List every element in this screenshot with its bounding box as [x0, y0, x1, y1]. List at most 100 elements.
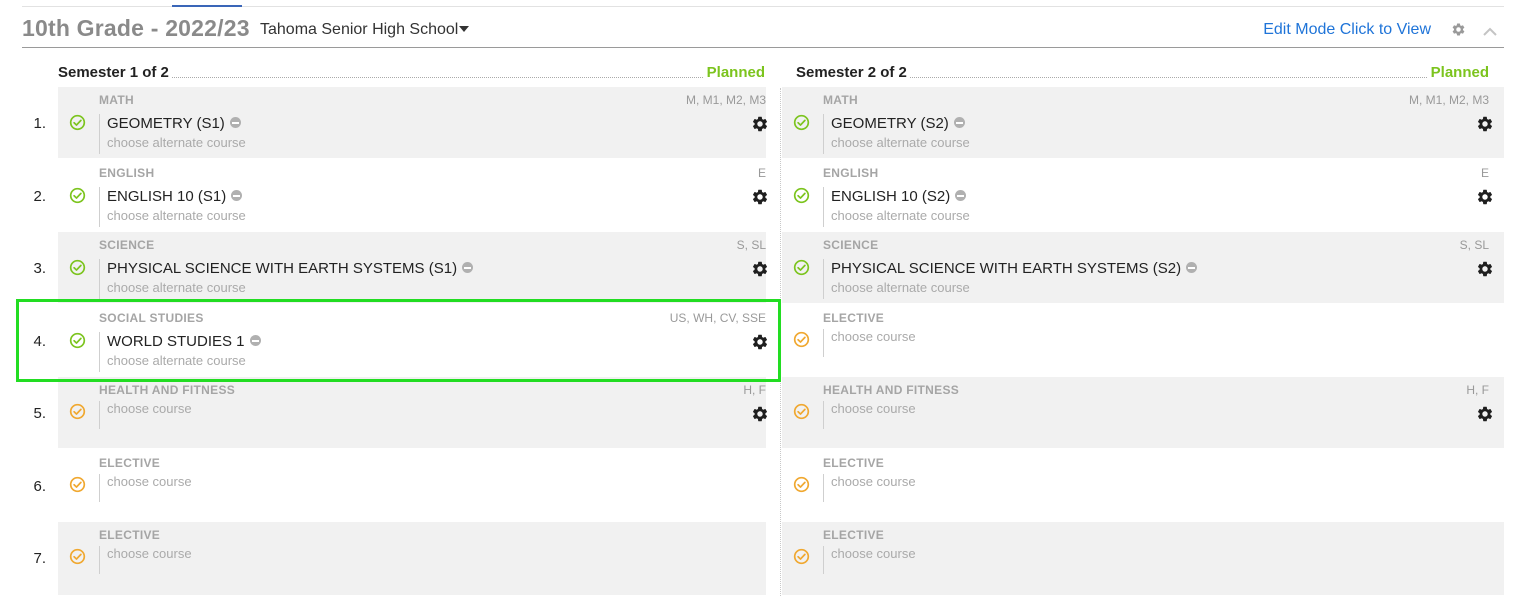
course-name[interactable]: WORLD STUDIES 1: [107, 333, 261, 350]
course-title: WORLD STUDIES 1: [107, 333, 245, 350]
course-name[interactable]: PHYSICAL SCIENCE WITH EARTH SYSTEMS (S2): [831, 260, 1198, 277]
choose-course-link[interactable]: choose course: [107, 474, 192, 489]
top-rule: [22, 6, 1504, 7]
row-number: 5.: [33, 405, 46, 422]
subject-label: ELECTIVE: [823, 528, 885, 542]
row-number: 7.: [33, 550, 46, 567]
course-name[interactable]: ENGLISH 10 (S2): [831, 188, 967, 205]
course-name[interactable]: PHYSICAL SCIENCE WITH EARTH SYSTEMS (S1): [107, 260, 474, 277]
choose-alternate-course-link[interactable]: choose alternate course: [107, 208, 246, 223]
course-name[interactable]: GEOMETRY (S2): [831, 115, 965, 132]
choose-alternate-course-link[interactable]: choose alternate course: [831, 135, 970, 150]
active-tab-indicator: [172, 5, 242, 7]
semester-divider: [780, 88, 781, 596]
gear-icon[interactable]: [751, 405, 769, 423]
gear-icon[interactable]: [751, 188, 769, 206]
pending-check-icon: [793, 403, 810, 420]
slot-divider: [823, 329, 824, 357]
choose-course-link[interactable]: choose course: [107, 401, 192, 416]
choose-course-link[interactable]: choose course: [831, 329, 916, 344]
course-slot[interactable]: MATH M, M1, M2, M3 GEOMETRY (S1) choose alt…: [58, 87, 766, 158]
check-circle-icon: [69, 259, 86, 276]
remove-course-icon[interactable]: [231, 190, 243, 201]
course-row: 1. MATH M, M1, M2, M3 GEOMETRY (S1) choose a…: [22, 87, 1504, 158]
course-title: PHYSICAL SCIENCE WITH EARTH SYSTEMS (S1): [107, 260, 458, 277]
course-slot[interactable]: HEALTH AND FITNESS H, F choose course: [58, 377, 766, 448]
edit-mode-link[interactable]: Edit Mode Click to View: [1263, 21, 1431, 39]
school-selector[interactable]: Tahoma Senior High School: [260, 21, 458, 39]
check-circle-icon: [69, 114, 86, 131]
gear-icon[interactable]: [1476, 188, 1494, 206]
slot-divider: [823, 114, 824, 154]
subject-label: SCIENCE: [823, 238, 879, 252]
course-slot[interactable]: SOCIAL STUDIES US, WH, CV, SSE WORLD STUDI…: [58, 305, 766, 376]
course-slot[interactable]: ELECTIVE choose course: [58, 522, 766, 595]
row-number: 2.: [33, 188, 46, 205]
course-slot[interactable]: MATH M, M1, M2, M3 GEOMETRY (S2) choose alt…: [782, 87, 1504, 158]
subject-label: HEALTH AND FITNESS: [823, 383, 960, 397]
choose-alternate-course-link[interactable]: choose alternate course: [107, 280, 246, 295]
course-row: 5. HEALTH AND FITNESS H, Fchoose course HEA…: [22, 377, 1504, 448]
subject-label: ELECTIVE: [823, 311, 885, 325]
course-slot[interactable]: ELECTIVE choose course: [782, 522, 1504, 595]
slot-divider: [823, 401, 824, 429]
subject-label: MATH: [823, 93, 858, 107]
gear-icon[interactable]: [1476, 115, 1494, 133]
choose-alternate-course-link[interactable]: choose alternate course: [107, 135, 246, 150]
chevron-up-icon[interactable]: [1482, 25, 1498, 37]
grade-header: 10th Grade - 2022/23 Tahoma Senior High …: [22, 10, 1504, 48]
gear-icon[interactable]: [1451, 22, 1466, 37]
slot-divider: [823, 259, 824, 299]
remove-course-icon[interactable]: [229, 117, 241, 128]
requirement-codes: E: [1480, 166, 1489, 180]
course-slot[interactable]: ELECTIVE choose course: [782, 305, 1504, 376]
slot-divider: [823, 187, 824, 227]
remove-course-icon[interactable]: [462, 262, 474, 273]
subject-label: MATH: [99, 93, 134, 107]
check-circle-icon: [793, 259, 810, 276]
course-slot[interactable]: ELECTIVE choose course: [58, 450, 766, 521]
gear-icon[interactable]: [1476, 260, 1494, 278]
choose-course-link[interactable]: choose course: [107, 546, 192, 561]
choose-course-link[interactable]: choose course: [831, 474, 916, 489]
choose-course-link[interactable]: choose course: [831, 546, 916, 561]
subject-label: SCIENCE: [99, 238, 155, 252]
remove-course-icon[interactable]: [953, 117, 965, 128]
course-title: ENGLISH 10 (S1): [107, 188, 227, 205]
course-row: 3. SCIENCE S, SL PHYSICAL SCIENCE WITH EART…: [22, 232, 1504, 303]
course-slot[interactable]: ENGLISH E ENGLISH 10 (S2) choose alternate …: [782, 160, 1504, 231]
semester-title: Semester 1 of 2: [58, 64, 172, 81]
remove-course-icon[interactable]: [955, 190, 967, 201]
course-name[interactable]: ENGLISH 10 (S1): [107, 188, 243, 205]
gear-icon[interactable]: [751, 115, 769, 133]
requirement-codes: E: [757, 166, 766, 180]
pending-check-icon: [69, 403, 86, 420]
choose-alternate-course-link[interactable]: choose alternate course: [107, 353, 246, 368]
course-slot[interactable]: HEALTH AND FITNESS H, F choose course: [782, 377, 1504, 448]
chevron-down-icon[interactable]: [459, 26, 469, 32]
slot-divider: [99, 546, 100, 574]
gear-icon[interactable]: [751, 333, 769, 351]
row-number: 1.: [33, 115, 46, 132]
subject-label: ELECTIVE: [99, 456, 161, 470]
semester-2-header: Semester 2 of 2 Planned: [796, 62, 1489, 84]
slot-divider: [823, 546, 824, 574]
choose-alternate-course-link[interactable]: choose alternate course: [831, 208, 970, 223]
course-slot[interactable]: SCIENCE S, SL PHYSICAL SCIENCE WITH EARTH …: [58, 232, 766, 303]
course-slot[interactable]: SCIENCE S, SL PHYSICAL SCIENCE WITH EARTH …: [782, 232, 1504, 303]
row-number: 4.: [33, 333, 46, 350]
course-slot[interactable]: ELECTIVE choose course: [782, 450, 1504, 521]
check-circle-icon: [69, 332, 86, 349]
course-title: ENGLISH 10 (S2): [831, 188, 951, 205]
course-slot[interactable]: ENGLISH E ENGLISH 10 (S1) choose alternate …: [58, 160, 766, 231]
semester-title: Semester 2 of 2: [796, 64, 910, 81]
row-number: 3.: [33, 260, 46, 277]
gear-icon[interactable]: [1476, 405, 1494, 423]
course-row: 6. ELECTIVE choose course ELECTIVE choose co…: [22, 450, 1504, 521]
choose-course-link[interactable]: choose course: [831, 401, 916, 416]
choose-alternate-course-link[interactable]: choose alternate course: [831, 280, 970, 295]
remove-course-icon[interactable]: [1186, 262, 1198, 273]
remove-course-icon[interactable]: [249, 335, 261, 346]
course-name[interactable]: GEOMETRY (S1): [107, 115, 241, 132]
gear-icon[interactable]: [751, 260, 769, 278]
